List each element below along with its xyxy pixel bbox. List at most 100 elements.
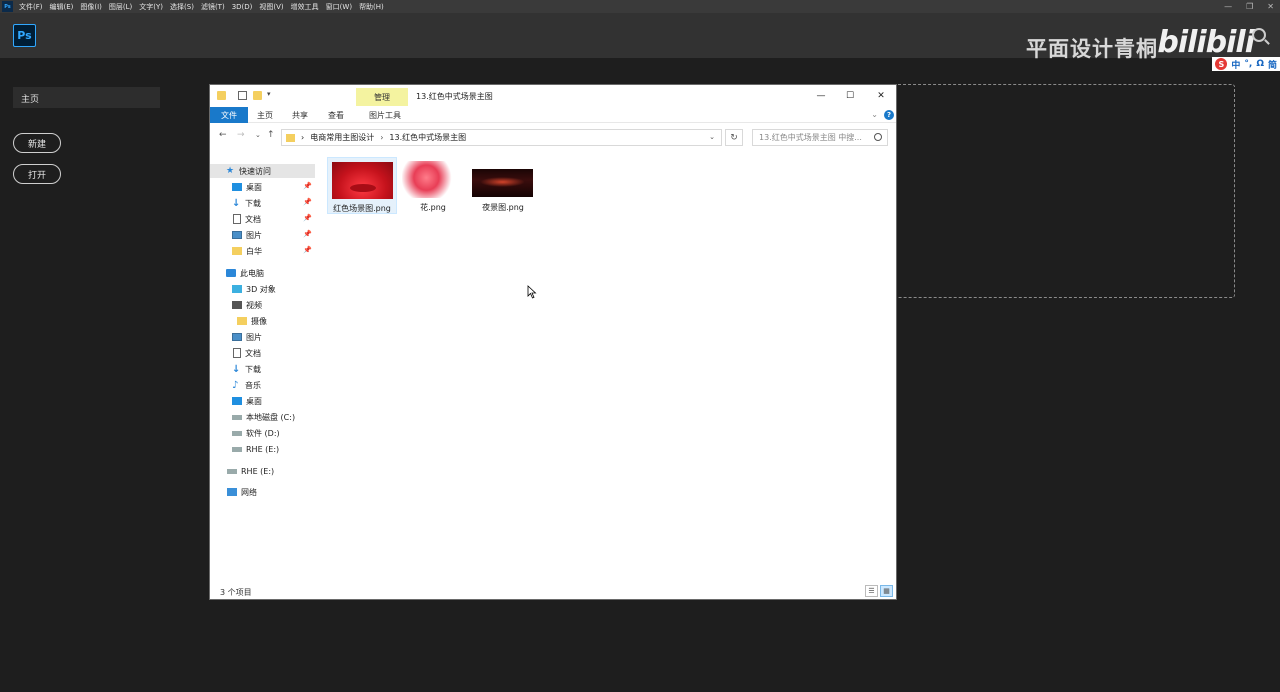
ime-zh[interactable]: 中 bbox=[1231, 58, 1240, 71]
help-icon[interactable]: ? bbox=[884, 110, 894, 120]
search-icon bbox=[874, 133, 882, 141]
breadcrumb-part2[interactable]: 13.红色中式场景主图 bbox=[389, 132, 466, 143]
nav-this-pc[interactable]: 此电脑 bbox=[210, 266, 315, 280]
nav-drive-e-root[interactable]: RHE (E:) bbox=[210, 464, 315, 478]
nav-label: 下载 bbox=[245, 198, 261, 208]
back-icon[interactable]: ← bbox=[219, 130, 227, 140]
file-explorer-window: ▾ 管理 13.红色中式场景主图 — ☐ ✕ 文件 主页 共享 查看 图片工具 … bbox=[209, 84, 897, 600]
nav-documents[interactable]: 文档 📌 bbox=[210, 212, 315, 226]
new-folder-icon[interactable] bbox=[253, 91, 262, 100]
nav-label: 白华 bbox=[246, 246, 262, 256]
nav-documents-pc[interactable]: 文档 bbox=[210, 346, 315, 360]
file-thumbnail bbox=[402, 161, 463, 198]
folder-icon bbox=[237, 317, 247, 325]
computer-icon bbox=[226, 269, 236, 277]
cube-icon bbox=[232, 285, 242, 293]
recent-locations-icon[interactable]: ⌄ bbox=[255, 131, 261, 139]
chevron-right-icon[interactable]: › bbox=[301, 133, 304, 142]
menu-view[interactable]: 视图(V) bbox=[259, 2, 283, 12]
nav-baihua[interactable]: 白华 📌 bbox=[210, 244, 315, 258]
address-bar[interactable]: › 电商常用主图设计 › 13.红色中式场景主图 ⌄ bbox=[281, 129, 722, 146]
nav-label: 图片 bbox=[246, 230, 262, 240]
download-icon: ↓ bbox=[232, 363, 241, 375]
file-item[interactable]: 花.png bbox=[398, 157, 468, 214]
menu-edit[interactable]: 编辑(E) bbox=[50, 2, 74, 12]
large-icons-view-icon[interactable]: ▦ bbox=[880, 585, 893, 597]
nav-drive-d[interactable]: 软件 (D:) bbox=[210, 426, 315, 440]
properties-icon[interactable] bbox=[238, 91, 247, 100]
forward-icon[interactable]: → bbox=[237, 130, 245, 140]
breadcrumb-part1[interactable]: 电商常用主图设计 bbox=[310, 132, 374, 143]
menu-layer[interactable]: 图层(L) bbox=[109, 2, 132, 12]
maximize-icon[interactable]: ☐ bbox=[843, 89, 857, 103]
chevron-down-icon[interactable]: ⌄ bbox=[709, 133, 715, 141]
nav-downloads-pc[interactable]: ↓ 下载 bbox=[210, 362, 315, 376]
details-view-icon[interactable]: ☰ bbox=[865, 585, 878, 597]
search-icon[interactable] bbox=[1252, 28, 1266, 42]
ime-jian[interactable]: 简 bbox=[1268, 58, 1277, 71]
minimize-icon[interactable]: — bbox=[814, 89, 828, 103]
nav-quick-access[interactable]: ★ 快速访问 bbox=[210, 164, 315, 178]
context-tab-manage[interactable]: 管理 bbox=[356, 88, 408, 106]
tab-view[interactable]: 查看 bbox=[318, 107, 354, 123]
menu-image[interactable]: 图像(I) bbox=[80, 2, 102, 12]
music-icon: ♪ bbox=[232, 379, 239, 391]
desktop-icon bbox=[232, 183, 242, 191]
nav-label: 本地磁盘 (C:) bbox=[246, 412, 296, 422]
chevron-right-icon[interactable]: › bbox=[380, 133, 383, 142]
file-item[interactable]: 夜景图.png bbox=[468, 157, 538, 214]
new-button[interactable]: 新建 bbox=[13, 133, 61, 153]
nav-desktop-pc[interactable]: 桌面 bbox=[210, 394, 315, 408]
menu-plugins[interactable]: 增效工具 bbox=[291, 2, 319, 12]
tab-share[interactable]: 共享 bbox=[282, 107, 318, 123]
customize-qa-icon[interactable]: ▾ bbox=[267, 90, 276, 99]
nav-downloads[interactable]: ↓ 下载 📌 bbox=[210, 196, 315, 210]
pin-icon: 📌 bbox=[303, 182, 312, 190]
drop-zone[interactable] bbox=[890, 84, 1235, 298]
restore-icon[interactable]: ❐ bbox=[1246, 2, 1253, 11]
nav-label: 网络 bbox=[241, 487, 257, 497]
nav-3d-objects[interactable]: 3D 对象 bbox=[210, 282, 315, 296]
nav-videos[interactable]: 视频 bbox=[210, 298, 315, 312]
menu-window[interactable]: 窗口(W) bbox=[326, 2, 352, 12]
menu-file[interactable]: 文件(F) bbox=[19, 2, 43, 12]
ps-home-tab[interactable]: 主页 bbox=[13, 87, 160, 108]
ime-omega[interactable]: Ω bbox=[1256, 59, 1264, 69]
search-input[interactable]: 13.红色中式场景主图 中搜... bbox=[752, 129, 888, 146]
nav-label: 此电脑 bbox=[240, 268, 264, 278]
close-icon[interactable]: ✕ bbox=[874, 89, 888, 103]
menu-select[interactable]: 选择(S) bbox=[170, 2, 194, 12]
close-icon[interactable]: ✕ bbox=[1267, 2, 1274, 11]
window-title: 13.红色中式场景主图 bbox=[416, 92, 493, 101]
minimize-icon[interactable]: — bbox=[1224, 2, 1232, 11]
menu-type[interactable]: 文字(Y) bbox=[139, 2, 163, 12]
ps-mini-logo: Ps bbox=[2, 1, 13, 12]
folder-icon bbox=[232, 247, 242, 255]
tab-file[interactable]: 文件 bbox=[210, 107, 248, 123]
file-name: 红色场景图.png bbox=[333, 204, 391, 213]
up-icon[interactable]: ↑ bbox=[267, 130, 275, 140]
tab-home[interactable]: 主页 bbox=[248, 107, 282, 123]
desktop-icon bbox=[232, 397, 242, 405]
menu-filter[interactable]: 滤镜(T) bbox=[201, 2, 225, 12]
file-name: 夜景图.png bbox=[482, 203, 524, 212]
nav-camera[interactable]: 摄像 bbox=[210, 314, 315, 328]
sogou-icon[interactable]: S bbox=[1215, 58, 1228, 70]
ime-punct[interactable]: °, bbox=[1244, 59, 1252, 69]
tab-picture-tools[interactable]: 图片工具 bbox=[359, 107, 411, 123]
drive-icon bbox=[232, 446, 242, 452]
nav-network[interactable]: 网络 bbox=[210, 485, 315, 499]
file-item[interactable]: 红色场景图.png bbox=[327, 157, 397, 214]
nav-desktop[interactable]: 桌面 📌 bbox=[210, 180, 315, 194]
open-button[interactable]: 打开 bbox=[13, 164, 61, 184]
nav-pictures-pc[interactable]: 图片 bbox=[210, 330, 315, 344]
nav-drive-c[interactable]: 本地磁盘 (C:) bbox=[210, 410, 315, 424]
nav-label: 3D 对象 bbox=[246, 284, 276, 294]
menu-help[interactable]: 帮助(H) bbox=[359, 2, 384, 12]
menu-3d[interactable]: 3D(D) bbox=[232, 3, 253, 11]
refresh-icon[interactable]: ↻ bbox=[725, 129, 743, 146]
nav-music[interactable]: ♪ 音乐 bbox=[210, 378, 315, 392]
chevron-down-icon[interactable]: ⌄ bbox=[871, 110, 878, 119]
nav-pictures[interactable]: 图片 📌 bbox=[210, 228, 315, 242]
nav-drive-e[interactable]: RHE (E:) bbox=[210, 442, 315, 456]
